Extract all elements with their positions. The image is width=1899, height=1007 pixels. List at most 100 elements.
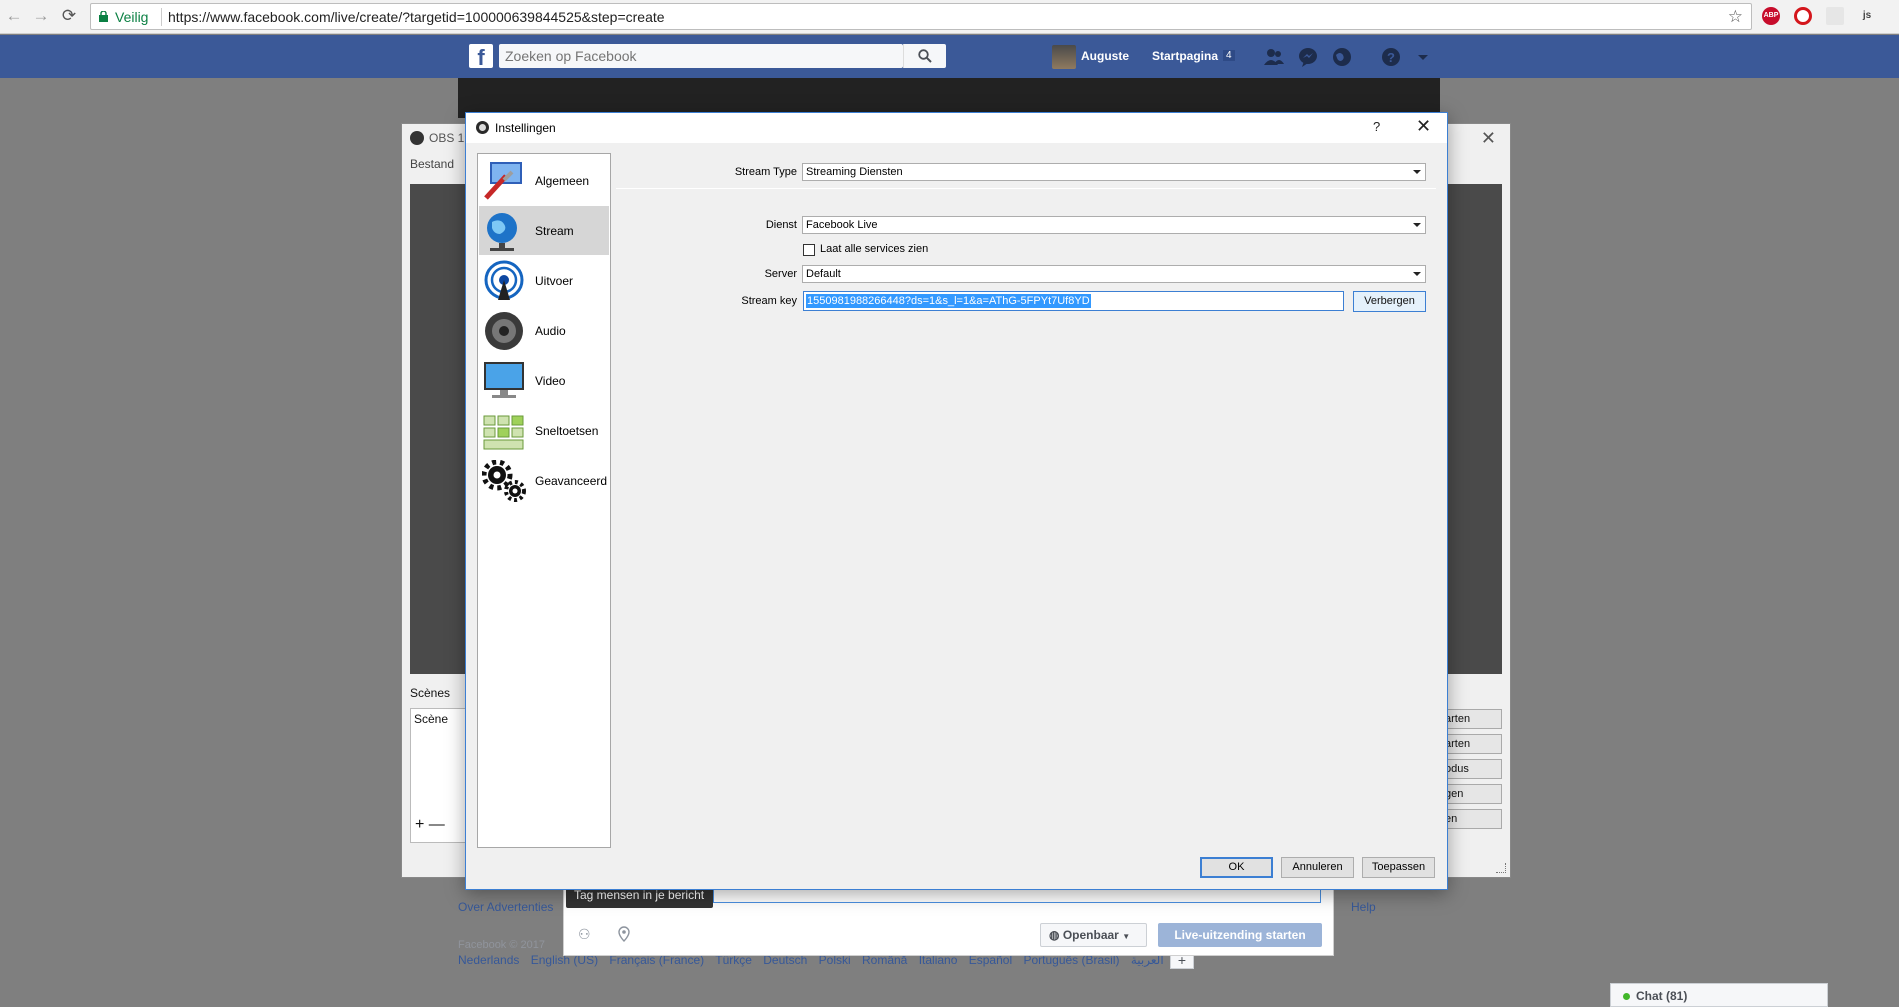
service-value: Facebook Live (806, 219, 878, 231)
address-separator (161, 8, 162, 26)
settings-nav-list: Algemeen Stream Uitvoer Audio Video Snel… (477, 153, 611, 848)
stream-settings-panel (616, 153, 1436, 803)
show-all-services-label[interactable]: Laat alle services zien (820, 243, 928, 255)
cancel-button[interactable]: Annuleren (1281, 857, 1354, 878)
stream-key-value: 1550981988266448?ds=1&s_l=1&a=AThG-5FPYt… (806, 294, 1091, 308)
obs-logo-icon (410, 131, 424, 145)
nav-label: Video (535, 374, 566, 388)
obs-menu-file[interactable]: Bestand (410, 157, 454, 171)
opera-icon[interactable] (1794, 7, 1812, 25)
browser-toolbar: ← → ⟳ Veilig https://www.facebook.com/li… (0, 0, 1899, 34)
adblock-plus-icon[interactable]: ABP (1762, 7, 1780, 25)
nav-label: Stream (535, 224, 574, 238)
footer-help-link[interactable]: Help (1351, 900, 1376, 914)
output-icon (484, 260, 524, 300)
chevron-down-icon (1413, 272, 1421, 276)
privacy-selector[interactable]: ◍ Openbaar ▼ (1040, 923, 1147, 947)
footer-links[interactable]: Over Advertenties (458, 900, 553, 914)
scene-add-remove[interactable]: + — (415, 816, 445, 834)
search-icon (918, 49, 932, 63)
search-button[interactable] (903, 44, 946, 68)
chevron-down-icon: ▼ (1122, 932, 1131, 941)
nav-item-output[interactable]: Uitvoer (479, 256, 609, 305)
help-icon[interactable]: ? (1380, 46, 1402, 68)
js-toggle-icon[interactable]: js (1858, 7, 1876, 25)
home-link[interactable]: Startpagina (1152, 49, 1218, 63)
lock-icon (99, 11, 108, 22)
chevron-down-icon (1413, 170, 1421, 174)
nav-label: Audio (535, 324, 566, 338)
close-icon[interactable]: ✕ (1481, 128, 1496, 149)
nav-label: Geavanceerd (535, 474, 608, 488)
hide-stream-key-button[interactable]: Verbergen (1353, 291, 1426, 312)
home-count-badge: 4 (1223, 50, 1235, 61)
list-item[interactable]: Scène (414, 712, 448, 726)
facebook-logo-icon[interactable]: f (469, 44, 493, 68)
ok-button[interactable]: OK (1200, 857, 1273, 878)
nav-label: Algemeen (535, 174, 590, 188)
language-link[interactable]: Nederlands (458, 953, 519, 967)
stream-key-label: Stream key (741, 295, 797, 307)
nav-item-advanced[interactable]: Geavanceerd (479, 456, 609, 505)
friend-requests-icon[interactable] (1263, 46, 1285, 68)
chat-label: Chat (81) (1636, 989, 1688, 1003)
section-divider (616, 188, 1436, 189)
gears-icon (482, 460, 526, 502)
account-menu-chevron-icon[interactable] (1412, 46, 1434, 68)
speaker-icon (485, 312, 523, 350)
scenes-label: Scènes (410, 686, 451, 700)
stream-type-value: Streaming Diensten (806, 166, 903, 178)
privacy-label: Openbaar (1062, 928, 1119, 942)
monitor-icon (484, 362, 524, 398)
chat-bar[interactable]: Chat (81) (1610, 983, 1828, 1007)
resize-grip-icon[interactable] (1496, 863, 1506, 873)
close-button[interactable]: ✕ (1416, 116, 1431, 137)
dialog-titlebar: Instellingen ? ✕ (466, 113, 1447, 143)
keyboard-icon (483, 415, 524, 450)
notifications-globe-icon[interactable] (1331, 46, 1353, 68)
post-text-input[interactable] (713, 889, 1321, 903)
online-status-dot (1623, 993, 1630, 1000)
footer-copyright: Facebook © 2017 (458, 939, 545, 951)
go-live-button[interactable]: Live-uitzending starten (1158, 923, 1322, 947)
nav-item-audio[interactable]: Audio (479, 306, 609, 355)
general-icon (484, 162, 522, 200)
obs-window-title: OBS 19 (410, 131, 471, 145)
messenger-icon[interactable] (1297, 46, 1319, 68)
service-select[interactable]: Facebook Live (802, 216, 1426, 234)
dialog-title: Instellingen (495, 121, 556, 135)
server-select[interactable]: Default (802, 265, 1426, 283)
secure-label: Veilig (115, 9, 149, 25)
profile-name[interactable]: Auguste (1081, 49, 1129, 63)
globe-icon: ◍ (1049, 928, 1060, 942)
bookmark-star-icon[interactable]: ☆ (1728, 7, 1743, 27)
tag-people-icon[interactable]: ⚇ (578, 926, 591, 943)
svg-text:?: ? (1387, 50, 1395, 65)
stream-type-label: Stream Type (734, 166, 797, 178)
stream-globe-icon (487, 213, 517, 251)
stream-type-select[interactable]: Streaming Diensten (802, 163, 1426, 181)
server-value: Default (806, 268, 841, 280)
nav-label: Uitvoer (535, 274, 574, 288)
service-label: Dienst (765, 219, 797, 231)
url-text[interactable]: https://www.facebook.com/live/create/?ta… (168, 9, 665, 25)
show-all-services-checkbox[interactable] (803, 244, 815, 256)
nav-item-video[interactable]: Video (479, 356, 609, 405)
facebook-header: f Auguste Startpagina 4 ? (0, 35, 1899, 78)
avatar[interactable] (1052, 45, 1076, 69)
nav-item-stream[interactable]: Stream (479, 206, 609, 255)
facebook-search-input[interactable] (499, 44, 903, 68)
help-button[interactable]: ? (1373, 119, 1380, 134)
nav-item-general[interactable]: Algemeen (479, 156, 609, 205)
nav-item-hotkeys[interactable]: Sneltoetsen (479, 406, 609, 455)
apply-button[interactable]: Toepassen (1362, 857, 1435, 878)
location-pin-icon[interactable] (617, 926, 631, 942)
reader-icon[interactable] (1826, 7, 1844, 25)
stream-key-input[interactable]: 1550981988266448?ds=1&s_l=1&a=AThG-5FPYt… (803, 291, 1344, 311)
back-arrow-icon[interactable]: ← (3, 5, 25, 27)
obs-logo-icon (476, 121, 489, 134)
reload-icon[interactable]: ⟳ (58, 5, 80, 27)
address-bar[interactable]: Veilig https://www.facebook.com/live/cre… (90, 3, 1752, 30)
nav-label: Sneltoetsen (535, 424, 599, 438)
forward-arrow-icon[interactable]: → (30, 5, 52, 27)
